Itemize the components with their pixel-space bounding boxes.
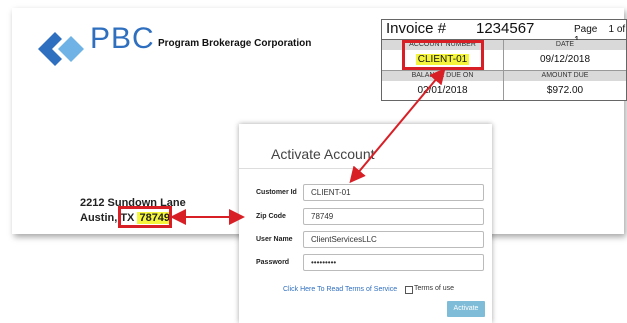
invoice-label: Invoice # xyxy=(386,20,447,37)
zip-callout-box xyxy=(118,206,172,228)
password-input[interactable]: ••••••••• xyxy=(303,254,484,271)
form-title: Activate Account xyxy=(271,146,375,162)
zip-code-input[interactable]: 78749 xyxy=(303,208,484,225)
amount-due-header: AMOUNT DUE xyxy=(504,71,626,81)
terms-checkbox-label: Terms of use xyxy=(414,285,455,292)
customer-id-input[interactable]: CLIENT-01 xyxy=(303,184,484,201)
account-number-callout-box xyxy=(402,40,484,70)
logo-text: PBC xyxy=(90,22,155,55)
balance-due-value: 02/01/2018 xyxy=(417,85,468,96)
user-name-input[interactable]: ClientServicesLLC xyxy=(303,231,484,248)
user-name-label: User Name xyxy=(256,236,293,243)
date-value: 09/12/2018 xyxy=(539,54,591,65)
balance-due-header: BALANCE DUE ON xyxy=(382,71,503,81)
activate-button[interactable]: Activate xyxy=(447,301,485,317)
invoice-header-row: Invoice # 1234567 Page 1 of 1 xyxy=(382,20,626,46)
terms-checkbox[interactable] xyxy=(405,286,413,294)
customer-id-label: Customer Id xyxy=(256,189,297,196)
column-divider xyxy=(503,40,504,100)
terms-of-service-link[interactable]: Click Here To Read Terms of Service xyxy=(283,286,397,293)
date-header: DATE xyxy=(504,40,626,50)
company-name: Program Brokerage Corporation xyxy=(158,38,312,49)
form-divider xyxy=(239,168,492,169)
password-label: Password xyxy=(256,259,290,266)
zip-code-label: Zip Code xyxy=(256,213,286,220)
amount-due-value: $972.00 xyxy=(546,85,584,96)
activate-account-form: Activate Account Customer Id CLIENT-01 Z… xyxy=(239,124,492,323)
invoice-number: 1234567 xyxy=(476,20,535,37)
page-label: Page xyxy=(574,24,598,35)
pbc-logo-icon xyxy=(38,32,84,66)
